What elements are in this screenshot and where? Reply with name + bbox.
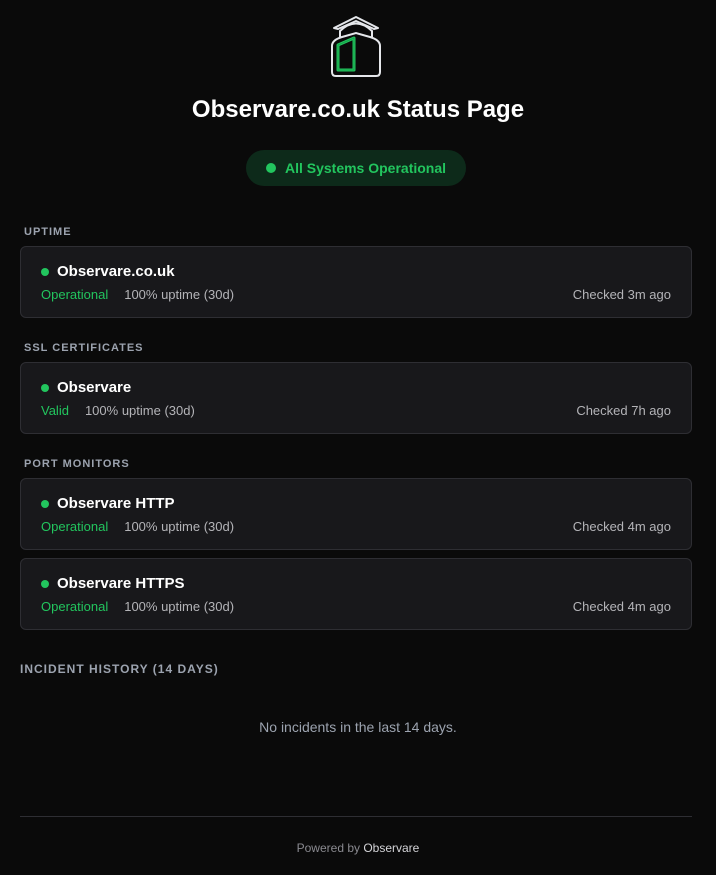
monitor-uptime: 100% uptime (30d) [84, 403, 195, 418]
monitor-checked: Checked 3m ago [572, 287, 671, 302]
monitor-uptime: 100% uptime (30d) [124, 599, 235, 614]
monitor-status: Operational [41, 519, 109, 534]
monitor-checked: Checked 4m ago [572, 519, 671, 534]
monitor-card-uptime[interactable]: Observare.co.uk Operational 100% uptime … [20, 246, 692, 318]
section-label-ports: PORT MONITORS [24, 458, 130, 470]
status-dot-icon [265, 163, 276, 173]
overall-status-badge: All Systems Operational [246, 150, 466, 186]
footer-divider [20, 816, 692, 817]
footer: Powered by Observare [0, 841, 716, 855]
monitor-status: Operational [41, 287, 109, 302]
section-label-uptime: UPTIME [24, 226, 72, 238]
status-dot-icon [41, 267, 49, 276]
monitor-name: Observare HTTP [57, 495, 175, 512]
monitor-card-ssl[interactable]: Observare Valid 100% uptime (30d) Checke… [20, 362, 692, 434]
monitor-name: Observare HTTPS [57, 575, 185, 592]
monitor-card-port-https[interactable]: Observare HTTPS Operational 100% uptime … [20, 558, 692, 630]
monitor-name: Observare.co.uk [57, 263, 175, 280]
monitor-uptime: 100% uptime (30d) [124, 519, 235, 534]
status-dot-icon [41, 579, 49, 588]
monitor-card-port-http[interactable]: Observare HTTP Operational 100% uptime (… [20, 478, 692, 550]
status-dot-icon [41, 383, 49, 392]
footer-link[interactable]: Observare [363, 841, 419, 855]
incidents-empty-text: No incidents in the last 14 days. [259, 719, 457, 735]
monitor-name: Observare [57, 379, 132, 396]
footer-prefix: Powered by [296, 841, 364, 855]
section-label-ssl: SSL CERTIFICATES [24, 342, 144, 354]
monitor-status: Operational [41, 599, 109, 614]
monitor-checked: Checked 7h ago [576, 403, 671, 418]
overall-status-text: All Systems Operational [284, 160, 447, 176]
logo-icon [331, 16, 381, 77]
section-label-incidents: INCIDENT HISTORY (14 DAYS) [20, 662, 219, 676]
monitor-status: Valid [41, 403, 69, 418]
status-dot-icon [41, 499, 49, 508]
page-title: Observare.co.uk Status Page [191, 96, 525, 123]
monitor-uptime: 100% uptime (30d) [124, 287, 235, 302]
monitor-checked: Checked 4m ago [572, 599, 671, 614]
